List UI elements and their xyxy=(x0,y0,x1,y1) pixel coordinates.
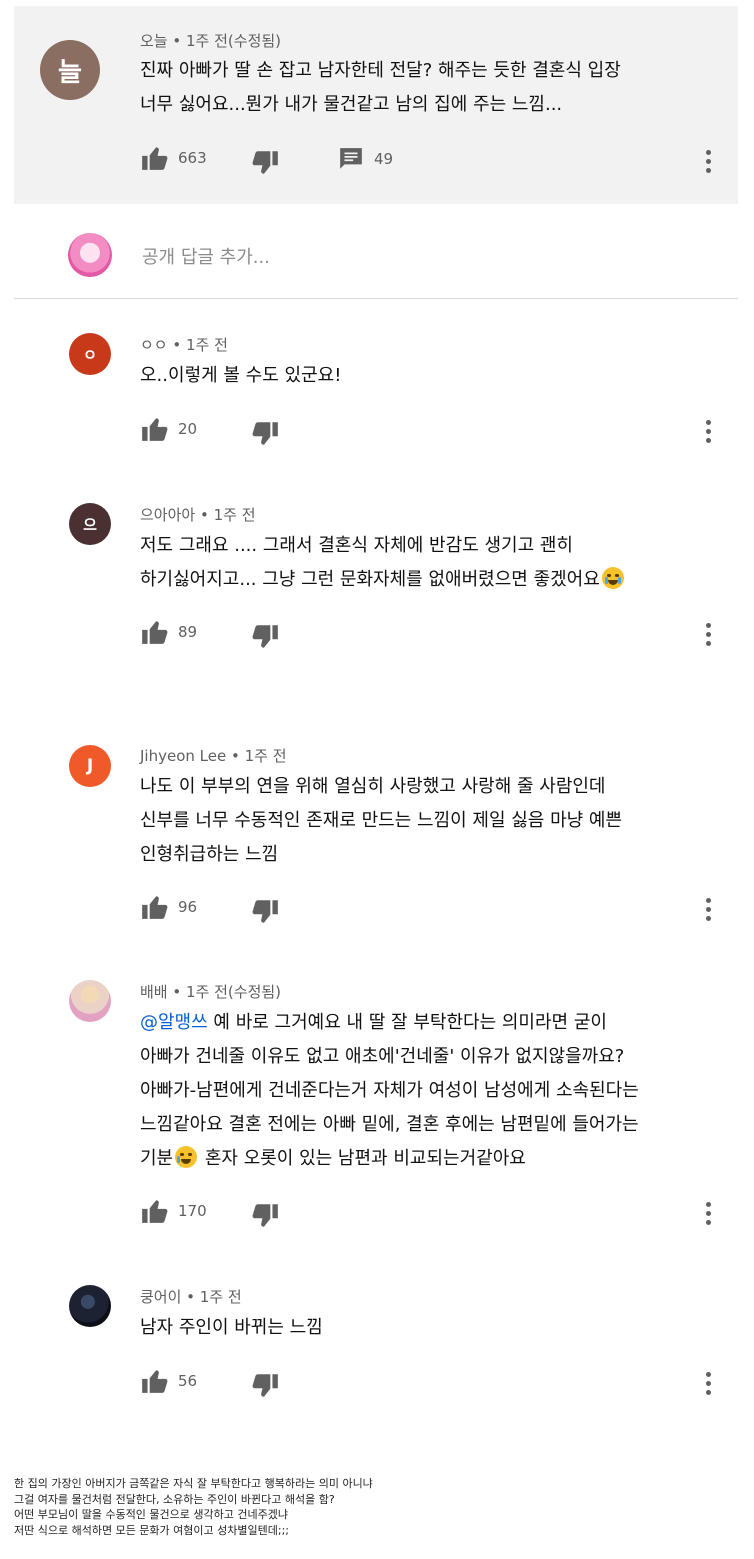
comment-actions: 96 xyxy=(140,893,440,923)
comment-time[interactable]: 1주 전 xyxy=(186,336,228,354)
like-button[interactable]: 663 xyxy=(140,144,207,172)
divider xyxy=(14,298,738,299)
avatar[interactable]: ㅇ xyxy=(69,333,111,375)
reply-input-area: 공개 답글 추가... xyxy=(14,205,738,298)
avatar[interactable] xyxy=(69,980,111,1022)
more-options-icon[interactable] xyxy=(703,1372,713,1398)
thumb-up-icon xyxy=(142,147,168,170)
avatar[interactable]: 늘 xyxy=(40,40,100,100)
avatar xyxy=(68,233,112,277)
comment-author[interactable]: 으아아아 xyxy=(140,506,195,524)
dislike-button[interactable] xyxy=(252,622,280,650)
crying-emoji-icon xyxy=(601,567,624,589)
thumb-up-icon xyxy=(142,1200,168,1223)
comment-actions: 89 xyxy=(140,618,440,648)
dislike-button[interactable] xyxy=(252,419,280,447)
comment-text: 남자 주인이 바뀌는 느낌 xyxy=(140,1317,323,1338)
like-button[interactable]: 20 xyxy=(140,415,197,443)
thumb-down-icon xyxy=(252,1204,278,1227)
comment-author[interactable]: 오늘 xyxy=(140,32,168,50)
comment-text: 진짜 아빠가 딸 손 잡고 남자한테 전달? 해주는 듯한 결혼식 입장 너무 … xyxy=(140,60,621,115)
comment-time[interactable]: 1주 전 xyxy=(245,747,287,765)
comment-text: 나도 이 부부의 연을 위해 열심히 사랑했고 사랑해 줄 사람인데 신부를 너… xyxy=(140,776,623,865)
thumb-up-icon xyxy=(142,418,168,441)
comment-meta: ㅇㅇ • 1주 전 xyxy=(140,336,228,354)
avatar[interactable] xyxy=(69,1285,111,1327)
like-button[interactable]: 89 xyxy=(140,618,197,646)
comment-author[interactable]: Jihyeon Lee xyxy=(140,747,226,765)
thumb-down-icon xyxy=(252,1374,278,1397)
thumb-down-icon xyxy=(252,625,278,648)
like-button[interactable]: 56 xyxy=(140,1367,197,1395)
avatar[interactable]: 으 xyxy=(69,503,111,545)
comment-text: @알맹쓰 예 바로 그거예요 내 딸 잘 부탁한다는 의미라면 굳이 아빠가 건… xyxy=(140,1012,639,1169)
replies-button[interactable]: 49 xyxy=(338,146,393,172)
more-options-icon[interactable] xyxy=(703,1202,713,1228)
thumb-down-icon xyxy=(252,900,278,923)
comment-actions: 663 49 xyxy=(140,144,740,174)
comment-time[interactable]: 1주 전(수정됨) xyxy=(186,32,281,50)
dislike-button[interactable] xyxy=(252,1201,280,1229)
thumb-up-icon xyxy=(142,1370,168,1393)
more-options-icon[interactable] xyxy=(703,623,713,649)
dislike-button[interactable] xyxy=(252,1371,280,1399)
reply-input[interactable]: 공개 답글 추가... xyxy=(142,243,270,269)
comment-actions: 20 xyxy=(140,415,440,445)
like-count: 170 xyxy=(178,1202,207,1220)
like-count: 89 xyxy=(178,623,198,641)
footer-note: 한 집의 가장인 아버지가 금쪽같은 자식 잘 부탁한다고 행복하라는 의미 아… xyxy=(14,1477,373,1537)
comment-actions: 56 xyxy=(140,1367,440,1397)
thumb-down-icon xyxy=(252,151,278,174)
comment-meta: 오늘 • 1주 전(수정됨) xyxy=(140,32,282,50)
thumb-down-icon xyxy=(252,422,278,445)
comment-author[interactable]: 쿵어이 xyxy=(140,1288,181,1306)
comment-meta: 으아아아 • 1주 전 xyxy=(140,506,256,524)
comment-meta: 쿵어이 • 1주 전 xyxy=(140,1288,242,1306)
like-count: 20 xyxy=(178,420,198,438)
like-count: 663 xyxy=(178,149,207,167)
thumb-up-icon xyxy=(142,896,168,919)
comment-actions: 170 xyxy=(140,1197,440,1227)
dislike-button[interactable] xyxy=(252,897,280,925)
comment-text: 오..이렇게 볼 수도 있군요! xyxy=(140,365,342,386)
comment-meta: Jihyeon Lee • 1주 전 xyxy=(140,747,287,765)
comment-time[interactable]: 1주 전(수정됨) xyxy=(186,983,281,1001)
comment-text: 저도 그래요 .... 그래서 결혼식 자체에 반감도 생기고 괜히 하기싫어지… xyxy=(140,529,624,597)
comment-author[interactable]: 배배 xyxy=(140,983,168,1001)
more-options-icon[interactable] xyxy=(703,420,713,446)
thumb-up-icon xyxy=(142,621,168,644)
comment-author[interactable]: ㅇㅇ xyxy=(140,336,168,354)
comment-meta: 배배 • 1주 전(수정됨) xyxy=(140,983,282,1001)
more-options-icon[interactable] xyxy=(703,150,713,176)
like-count: 56 xyxy=(178,1372,198,1390)
laughing-emoji-icon xyxy=(175,1146,198,1168)
like-button[interactable]: 96 xyxy=(140,893,197,921)
more-options-icon[interactable] xyxy=(703,898,713,924)
comment-time[interactable]: 1주 전 xyxy=(200,1288,242,1306)
comment-icon xyxy=(340,148,362,169)
reply-count: 49 xyxy=(374,150,394,168)
like-count: 96 xyxy=(178,898,198,916)
dislike-button[interactable] xyxy=(252,148,280,176)
mention-link[interactable]: @알맹쓰 xyxy=(140,1012,208,1033)
like-button[interactable]: 170 xyxy=(140,1197,207,1225)
comment-time[interactable]: 1주 전 xyxy=(214,506,256,524)
avatar[interactable]: J xyxy=(69,745,111,787)
